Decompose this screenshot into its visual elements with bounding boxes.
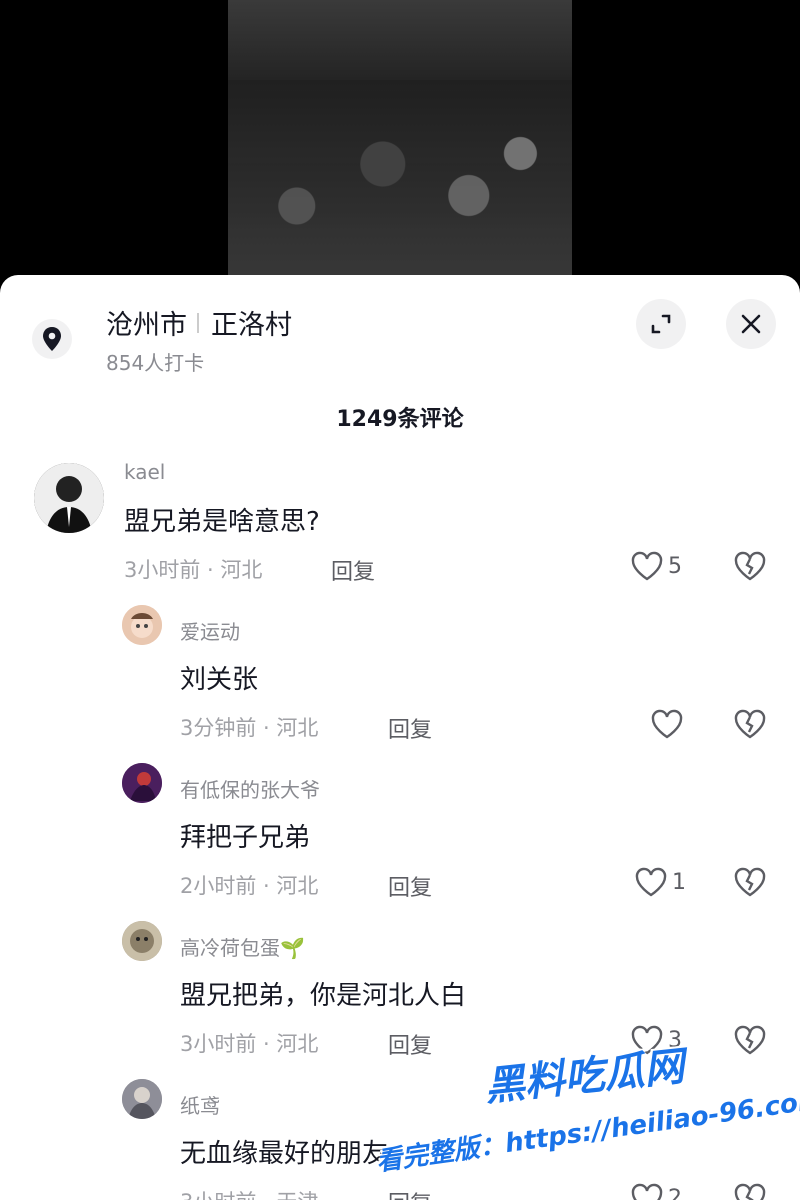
comment-item: 高冷荷包蛋🌱 盟兄把弟，你是河北人白 3小时前 · 河北 回复 3 [0, 921, 800, 1079]
comment-meta: 3小时前 · 天津 [180, 1186, 318, 1200]
heart-icon [631, 551, 663, 581]
checkin-count: 854人打卡 [106, 351, 205, 375]
comment-username[interactable]: kael [124, 460, 165, 484]
location-village: 正洛村 [211, 310, 292, 341]
dislike-button[interactable] [733, 867, 767, 901]
like-button[interactable] [650, 709, 688, 739]
heart-icon [635, 867, 667, 897]
comment-meta: 3小时前 · 河北 [124, 558, 263, 582]
close-button[interactable] [726, 299, 776, 349]
like-button[interactable]: 2 [630, 1183, 682, 1200]
reply-button[interactable]: 回复 [388, 870, 432, 902]
comments-sheet: 沧州市 正洛村 854人打卡 1249条评论 kael 盟兄弟是啥意思? 3小时… [0, 275, 800, 1200]
avatar[interactable] [34, 463, 104, 533]
like-count: 2 [668, 1185, 682, 1200]
heart-icon [651, 709, 683, 739]
avatar[interactable] [122, 605, 162, 645]
heart-icon [631, 1183, 663, 1200]
comment-text: 刘关张 [180, 665, 259, 695]
broken-heart-icon [734, 1025, 766, 1055]
reply-button[interactable]: 回复 [388, 1186, 432, 1200]
reply-button[interactable]: 回复 [388, 1028, 432, 1060]
broken-heart-icon [734, 709, 766, 739]
expand-button[interactable] [636, 299, 686, 349]
close-icon [741, 314, 761, 334]
dislike-button[interactable] [733, 551, 767, 585]
broken-heart-icon [734, 1183, 766, 1200]
comment-username[interactable]: 高冷荷包蛋🌱 [180, 932, 305, 961]
comment-meta: 2小时前 · 河北 [180, 874, 319, 898]
comment-username[interactable]: 爱运动 [180, 616, 240, 645]
broken-heart-icon [734, 551, 766, 581]
location-title[interactable]: 沧州市 正洛村 [106, 303, 292, 342]
expand-icon [651, 314, 671, 334]
comment-text: 盟兄弟是啥意思? [124, 507, 320, 537]
comment-item: kael 盟兄弟是啥意思? 3小时前 · 河北 回复 5 [0, 455, 800, 605]
broken-heart-icon [734, 867, 766, 897]
avatar[interactable] [122, 921, 162, 961]
avatar[interactable] [122, 1079, 162, 1119]
comment-meta: 3分钟前 · 河北 [180, 716, 319, 740]
comment-item: 有低保的张大爷 拜把子兄弟 2小时前 · 河北 回复 1 [0, 763, 800, 921]
comment-item: 纸鸢 无血缘最好的朋友 3小时前 · 天津 回复 2 [0, 1079, 800, 1200]
dislike-button[interactable] [733, 709, 767, 743]
reply-button[interactable]: 回复 [388, 712, 432, 744]
video-preview[interactable] [228, 0, 572, 290]
reply-button[interactable]: 回复 [331, 554, 375, 586]
comment-text: 拜把子兄弟 [180, 823, 311, 853]
like-count: 5 [668, 553, 682, 579]
location-pin-icon [32, 319, 72, 359]
like-count: 3 [668, 1027, 682, 1053]
comment-username[interactable]: 纸鸢 [180, 1090, 220, 1119]
heart-icon [631, 1025, 663, 1055]
comment-text: 无血缘最好的朋友 [180, 1139, 389, 1169]
dislike-button[interactable] [733, 1183, 767, 1200]
like-count: 1 [672, 869, 686, 895]
avatar[interactable] [122, 763, 162, 803]
dislike-button[interactable] [733, 1025, 767, 1059]
comment-item: 爱运动 刘关张 3分钟前 · 河北 回复 [0, 605, 800, 763]
location-city: 沧州市 [106, 310, 187, 341]
comment-username[interactable]: 有低保的张大爷 [180, 774, 320, 803]
like-button[interactable]: 3 [630, 1025, 682, 1055]
like-button[interactable]: 5 [630, 551, 682, 581]
comment-count: 1249条评论 [336, 407, 464, 432]
comment-meta: 3小时前 · 河北 [180, 1032, 319, 1056]
video-frame-crowd [228, 80, 572, 290]
location-divider [197, 312, 199, 333]
comment-text: 盟兄把弟，你是河北人白 [180, 981, 467, 1011]
like-button[interactable]: 1 [634, 867, 686, 897]
